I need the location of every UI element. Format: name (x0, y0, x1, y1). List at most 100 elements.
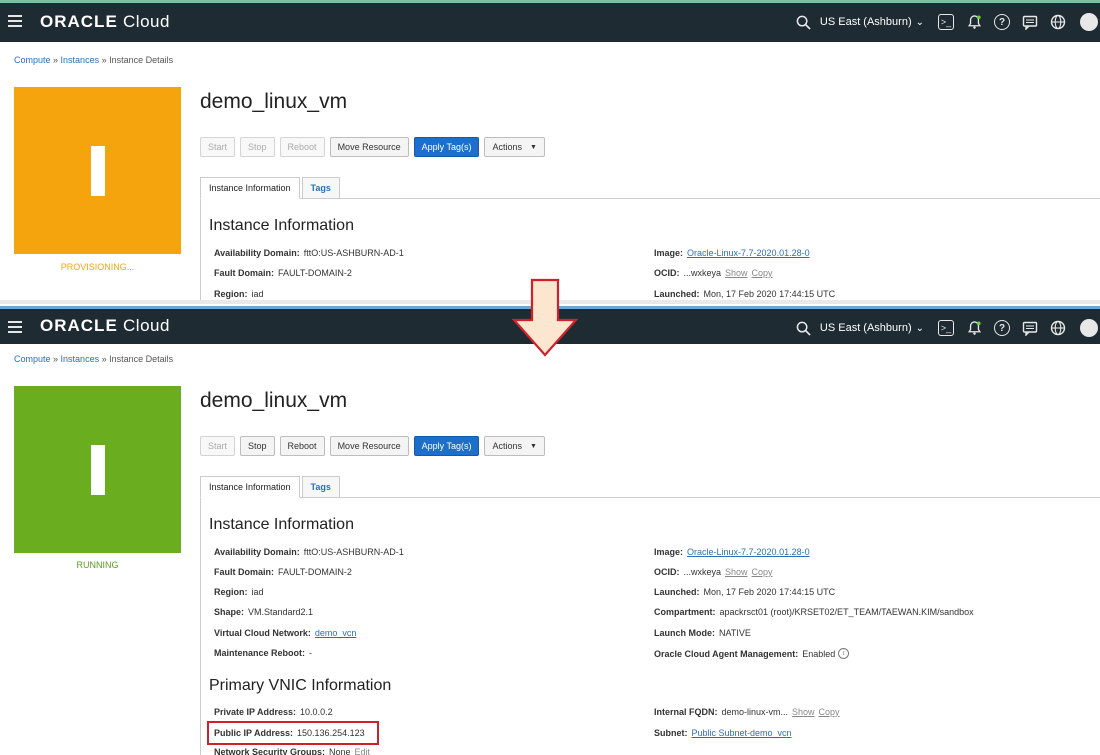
region-label: US East (Ashburn) (819, 322, 912, 334)
breadcrumb-instances[interactable]: Instances (61, 55, 100, 65)
stop-button[interactable]: Stop (240, 137, 275, 157)
oracle-cloud-logo[interactable]: ORACLE Cloud (40, 316, 170, 336)
menu-icon[interactable] (8, 321, 22, 333)
private-ip-field: Private IP Address: 10.0.0.2 (214, 707, 333, 717)
image-link[interactable]: Oracle-Linux-7.7-2020.01.28-0 (687, 547, 810, 557)
menu-icon[interactable] (8, 15, 22, 27)
actions-label: Actions (492, 441, 522, 451)
help-icon[interactable]: ? (992, 318, 1012, 338)
actions-dropdown[interactable]: Actions ▼ (484, 137, 545, 157)
section-title: Instance Information (209, 217, 354, 234)
image-link[interactable]: Oracle-Linux-7.7-2020.01.28-0 (687, 248, 810, 258)
actions-dropdown[interactable]: Actions ▼ (484, 436, 545, 456)
image-field: Image: Oracle-Linux-7.7-2020.01.28-0 (654, 547, 810, 557)
vcn-link[interactable]: demo_vcn (315, 628, 357, 638)
ocid-copy-link[interactable]: Copy (752, 268, 773, 278)
tab-instance-information[interactable]: Instance Information (200, 177, 300, 199)
breadcrumb: Compute » Instances » Instance Details (14, 55, 174, 65)
instance-details-box (200, 497, 1100, 755)
ocid-field: OCID: ...wxkeya Show Copy (654, 268, 773, 278)
region-selector[interactable]: US East (Ashburn) ⌄ (820, 16, 924, 28)
actions-label: Actions (492, 142, 522, 152)
maintenance-reboot-field: Maintenance Reboot: - (214, 648, 313, 658)
breadcrumb-current: Instance Details (109, 55, 174, 65)
nsg-edit-link[interactable]: Edit (355, 747, 371, 755)
start-button[interactable]: Start (200, 436, 236, 456)
fault-domain-field: Fault Domain: FAULT-DOMAIN-2 (214, 268, 352, 278)
fqdn-copy-link[interactable]: Copy (819, 707, 840, 717)
search-icon[interactable] (794, 318, 814, 338)
launched-field: Launched: Mon, 17 Feb 2020 17:44:15 UTC (654, 289, 836, 299)
page-title: demo_linux_vm (200, 389, 348, 412)
terminal-icon[interactable]: >_ (936, 318, 956, 338)
reboot-button[interactable]: Reboot (279, 137, 325, 157)
tab-tags[interactable]: Tags (301, 177, 340, 199)
apply-tags-button[interactable]: Apply Tag(s) (413, 137, 480, 157)
info-icon[interactable]: i (838, 648, 850, 659)
instance-status-tile (14, 87, 181, 254)
user-icon[interactable] (1076, 12, 1098, 32)
public-ip-highlight (207, 721, 379, 745)
reboot-button[interactable]: Reboot (279, 436, 325, 456)
globe-icon[interactable] (1048, 12, 1068, 32)
caret-down-icon: ▼ (529, 442, 537, 450)
breadcrumb-compute[interactable]: Compute (14, 354, 51, 364)
move-resource-button[interactable]: Move Resource (329, 436, 409, 456)
ocid-show-link[interactable]: Show (725, 567, 748, 577)
subnet-field: Subnet: Public Subnet-demo_vcn (654, 728, 792, 738)
internal-fqdn-field: Internal FQDN: demo-linux-vm... Show Copy (654, 707, 840, 717)
availability-domain-field: Availability Domain: fttO:US-ASHBURN-AD-1 (214, 547, 404, 557)
start-button[interactable]: Start (200, 137, 236, 157)
status-label: RUNNING (76, 560, 119, 570)
bell-icon[interactable] (964, 12, 984, 32)
oracle-cloud-logo[interactable]: ORACLE Cloud (40, 12, 170, 32)
status-label: PROVISIONING... (60, 262, 135, 272)
shape-field: Shape: VM.Standard2.1 (214, 607, 314, 617)
ocid-show-link[interactable]: Show (725, 268, 748, 278)
instance-status-tile (14, 386, 181, 553)
provisioning-panel: ORACLE Cloud US East (Ashburn) ⌄ >_ ? Com… (0, 0, 1100, 302)
section-title: Instance Information (209, 516, 354, 533)
region-selector[interactable]: US East (Ashburn) ⌄ (820, 322, 924, 334)
ocid-field: OCID: ...wxkeya Show Copy (654, 567, 773, 577)
breadcrumb-compute[interactable]: Compute (14, 55, 51, 65)
apply-tags-button[interactable]: Apply Tag(s) (413, 436, 480, 456)
chat-icon[interactable] (1020, 12, 1040, 32)
caret-down-icon: ▼ (529, 143, 537, 151)
availability-domain-field: Availability Domain: fttO:US-ASHBURN-AD-1 (214, 248, 404, 258)
top-navigation-bar: ORACLE Cloud US East (Ashburn) ⌄ >_ ? (0, 0, 1100, 42)
compartment-field: Compartment: apackrsct01 (root)/KRSET02/E… (654, 607, 974, 617)
subnet-link[interactable]: Public Subnet-demo_vcn (692, 728, 792, 738)
breadcrumb-instances[interactable]: Instances (61, 354, 100, 364)
region-field: Region: iad (214, 289, 264, 299)
bell-icon[interactable] (964, 318, 984, 338)
fqdn-show-link[interactable]: Show (792, 707, 815, 717)
chat-icon[interactable] (1020, 318, 1040, 338)
move-resource-button[interactable]: Move Resource (329, 137, 409, 157)
down-arrow-icon (511, 278, 579, 357)
vcn-field: Virtual Cloud Network: demo_vcn (214, 628, 357, 638)
network-security-groups-field: Network Security Groups: None Edit (214, 747, 371, 755)
breadcrumb-current: Instance Details (109, 354, 174, 364)
globe-icon[interactable] (1048, 318, 1068, 338)
tab-instance-information[interactable]: Instance Information (200, 476, 300, 498)
stop-button[interactable]: Stop (240, 436, 275, 456)
launched-field: Launched: Mon, 17 Feb 2020 17:44:15 UTC (654, 587, 836, 597)
terminal-icon[interactable]: >_ (936, 12, 956, 32)
running-panel: ORACLE Cloud US East (Ashburn) ⌄ >_ ? Com… (0, 302, 1100, 755)
launch-mode-field: Launch Mode: NATIVE (654, 628, 751, 638)
chevron-down-icon: ⌄ (915, 322, 924, 334)
tab-tags[interactable]: Tags (301, 476, 340, 498)
vnic-section-title: Primary VNIC Information (209, 677, 392, 694)
breadcrumb: Compute » Instances » Instance Details (14, 354, 174, 364)
search-icon[interactable] (794, 12, 814, 32)
ocid-copy-link[interactable]: Copy (752, 567, 773, 577)
page-title: demo_linux_vm (200, 90, 348, 113)
help-icon[interactable]: ? (992, 12, 1012, 32)
region-field: Region: iad (214, 587, 264, 597)
fault-domain-field: Fault Domain: FAULT-DOMAIN-2 (214, 567, 352, 577)
chevron-down-icon: ⌄ (915, 16, 924, 28)
image-field: Image: Oracle-Linux-7.7-2020.01.28-0 (654, 248, 810, 258)
user-icon[interactable] (1076, 318, 1098, 338)
region-label: US East (Ashburn) (819, 16, 912, 28)
